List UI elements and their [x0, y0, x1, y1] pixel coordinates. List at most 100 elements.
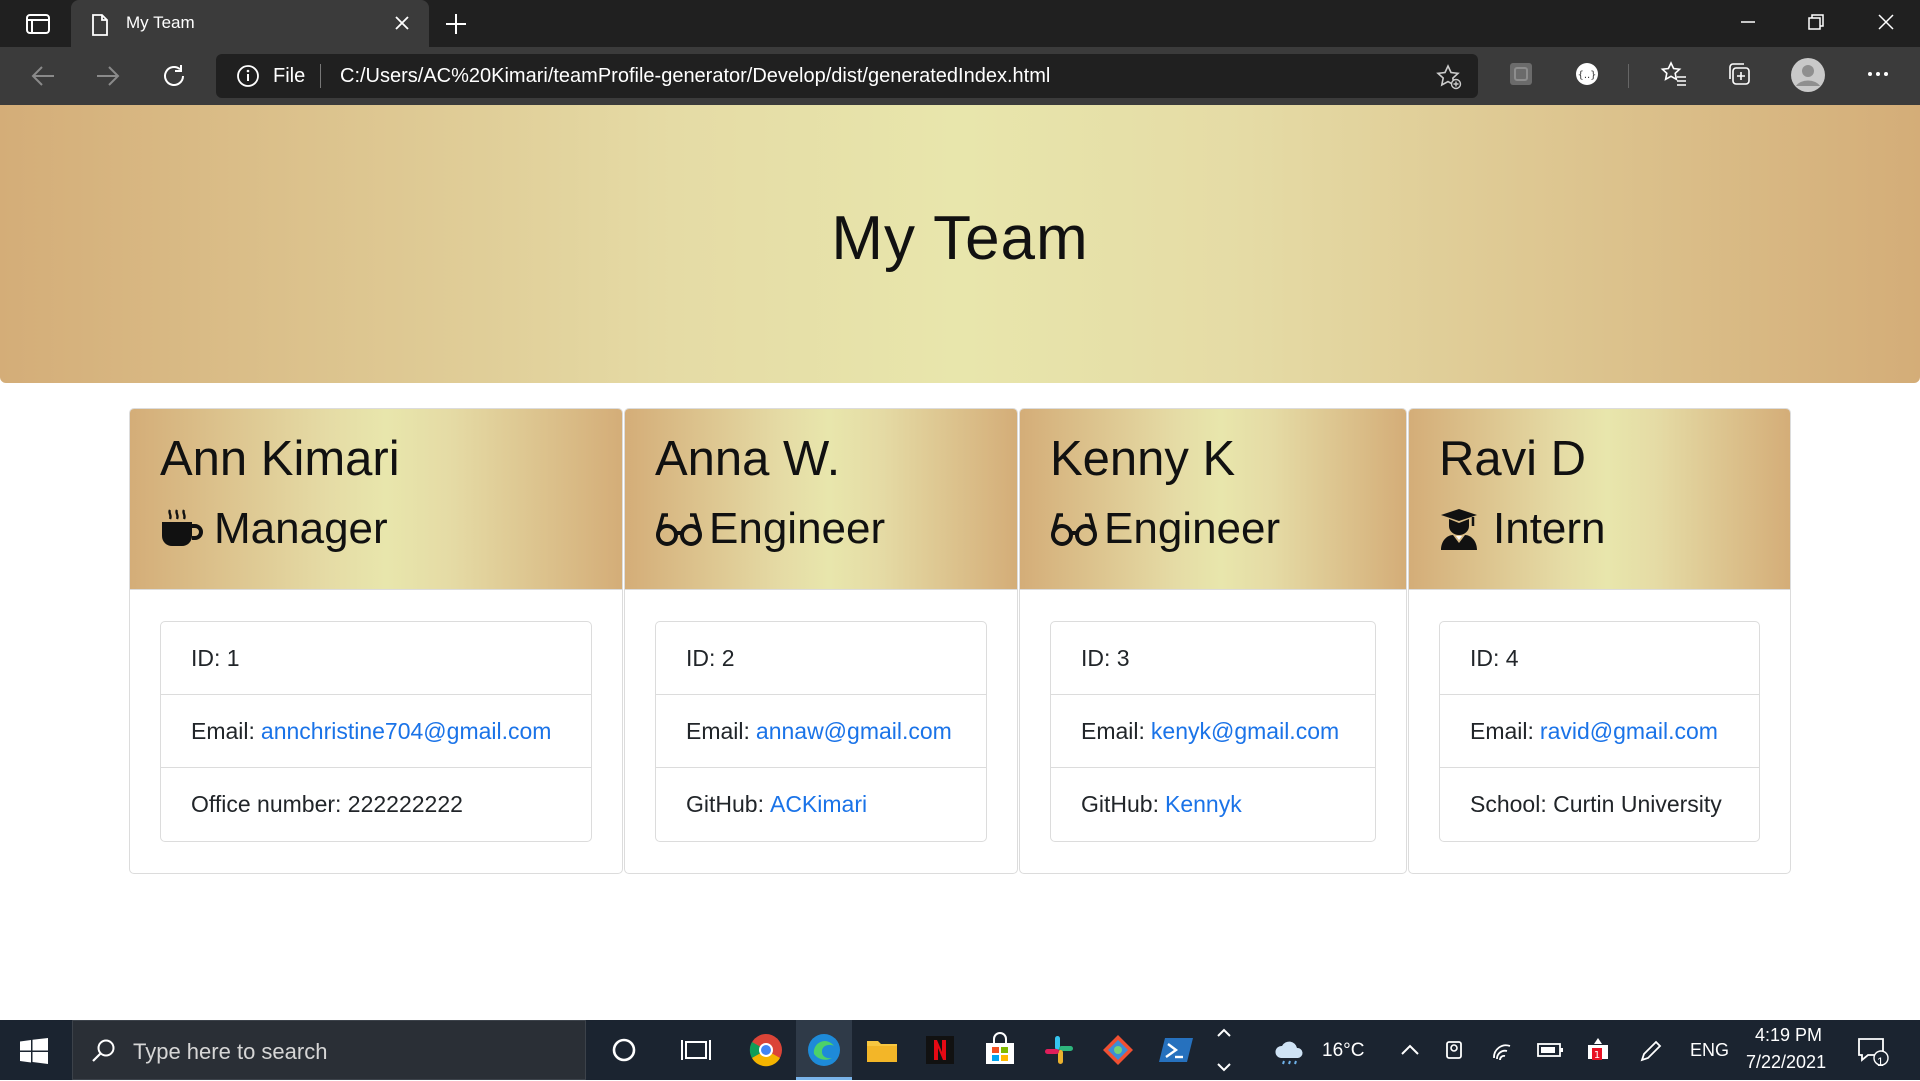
- meet-now-icon[interactable]: [1436, 1032, 1472, 1068]
- language-indicator[interactable]: ENG: [1690, 1040, 1729, 1061]
- toolbar-separator: [1628, 64, 1629, 88]
- office-number-text: Office number: 222222222: [191, 791, 463, 817]
- git-tool-icon[interactable]: [1100, 1032, 1136, 1068]
- employee-role: Intern: [1439, 504, 1606, 554]
- search-placeholder: Type here to search: [133, 1039, 328, 1064]
- slack-icon[interactable]: [1041, 1032, 1077, 1068]
- id-text: ID: 4: [1470, 644, 1519, 671]
- email-item: Email: annchristine704@gmail.com: [161, 695, 591, 768]
- close-tab-icon[interactable]: [391, 12, 413, 39]
- edge-icon[interactable]: [806, 1032, 842, 1068]
- url-text[interactable]: C:/Users/AC%20Kimari/teamProfile-generat…: [340, 65, 1050, 88]
- id-text: ID: 2: [686, 644, 735, 671]
- profile-avatar-icon[interactable]: [1790, 57, 1826, 98]
- employee-name: Ravi D: [1439, 432, 1587, 486]
- address-bar[interactable]: File C:/Users/AC%20Kimari/teamProfile-ge…: [216, 54, 1478, 98]
- weather-cloud-icon[interactable]: [1272, 1032, 1308, 1068]
- id-text: ID: 3: [1081, 644, 1130, 671]
- role-label: Engineer: [1104, 504, 1281, 553]
- email-link[interactable]: annchristine704@gmail.com: [261, 718, 552, 745]
- restore-icon[interactable]: [1804, 10, 1828, 39]
- add-favorite-icon[interactable]: [1436, 64, 1462, 95]
- wifi-icon[interactable]: [1486, 1032, 1522, 1068]
- clock-time[interactable]: 4:19 PM: [1755, 1025, 1822, 1046]
- taskbar-search-box[interactable]: Type here to search: [72, 1020, 586, 1080]
- temperature-text: 16°C: [1322, 1040, 1365, 1061]
- details-list: ID: 1 Email: annchristine704@gmail.com Of…: [160, 621, 592, 842]
- more-options-icon[interactable]: [1864, 60, 1892, 93]
- github-item: GitHub: Kennyk: [1051, 768, 1375, 841]
- github-item: GitHub: ACKimari: [656, 768, 986, 841]
- email-link[interactable]: ravid@gmail.com: [1540, 718, 1718, 745]
- tab-actions-icon[interactable]: [16, 10, 54, 38]
- details-list: ID: 4 Email: ravid@gmail.com School: Curt…: [1439, 621, 1760, 842]
- netflix-icon[interactable]: [922, 1032, 958, 1068]
- glasses-icon: [655, 507, 703, 551]
- card-header: Ravi D Intern: [1409, 409, 1790, 590]
- employee-name: Ann Kimari: [160, 432, 400, 486]
- powershell-icon[interactable]: [1159, 1032, 1195, 1068]
- microsoft-store-icon[interactable]: [982, 1032, 1018, 1068]
- taskbar: Type here to search 16°C 1 ENG 4:19 PM 7…: [0, 1020, 1920, 1080]
- action-center-icon[interactable]: [1854, 1032, 1890, 1068]
- show-hidden-icons-icon[interactable]: [1392, 1032, 1428, 1068]
- page-viewport: My Team Ann Kimari Manager ID: 1 Email: a…: [0, 105, 1920, 1020]
- pen-icon[interactable]: [1632, 1032, 1668, 1068]
- document-icon: [89, 13, 111, 42]
- app-notification-icon[interactable]: 1: [1580, 1032, 1616, 1068]
- windows-start-icon[interactable]: [20, 1038, 48, 1069]
- office-number-item: Office number: 222222222: [161, 768, 591, 841]
- id-text: ID: 1: [191, 644, 240, 671]
- chrome-icon[interactable]: [748, 1032, 784, 1068]
- minimize-icon[interactable]: [1736, 10, 1760, 39]
- role-label: Engineer: [709, 504, 886, 553]
- email-item: Email: kenyk@gmail.com: [1051, 695, 1375, 768]
- browser-toolbar: File C:/Users/AC%20Kimari/teamProfile-ge…: [0, 47, 1920, 105]
- github-label: GitHub:: [1081, 791, 1159, 817]
- tab-title: My Team: [126, 13, 195, 32]
- email-link[interactable]: kenyk@gmail.com: [1151, 718, 1339, 745]
- email-link[interactable]: annaw@gmail.com: [756, 718, 952, 745]
- role-label: Manager: [214, 504, 388, 553]
- file-explorer-icon[interactable]: [864, 1032, 900, 1068]
- card-header: Ann Kimari Manager: [130, 409, 622, 590]
- battery-icon[interactable]: [1532, 1032, 1568, 1068]
- clock-date[interactable]: 7/22/2021: [1746, 1052, 1826, 1073]
- graduate-icon: [1439, 507, 1487, 551]
- cortana-icon[interactable]: [606, 1032, 642, 1068]
- refresh-icon[interactable]: [160, 62, 188, 95]
- employee-name: Kenny K: [1050, 432, 1236, 486]
- github-link[interactable]: ACKimari: [770, 791, 867, 818]
- address-separator: [320, 64, 321, 88]
- email-label: Email:: [1081, 717, 1145, 744]
- details-list: ID: 2 Email: annaw@gmail.com GitHub: ACKim…: [655, 621, 987, 842]
- card-header: Kenny K Engineer: [1020, 409, 1406, 590]
- extension-icon[interactable]: [1507, 60, 1535, 93]
- employee-name: Anna W.: [655, 432, 841, 486]
- email-item: Email: ravid@gmail.com: [1440, 695, 1759, 768]
- extension-icon-2[interactable]: {..}: [1573, 60, 1601, 93]
- svg-text:{..}: {..}: [1577, 70, 1596, 81]
- info-icon[interactable]: [236, 64, 260, 93]
- mug-icon: [160, 507, 208, 551]
- id-item: ID: 4: [1440, 622, 1759, 695]
- favorites-icon[interactable]: [1660, 60, 1688, 93]
- new-tab-icon[interactable]: [444, 12, 468, 41]
- collections-icon[interactable]: [1725, 60, 1753, 93]
- browser-tab[interactable]: My Team: [71, 0, 429, 47]
- address-protocol-label: File: [273, 65, 306, 87]
- employee-card: Ravi D Intern ID: 4 Email: ravid@gmail.co…: [1408, 408, 1791, 874]
- employee-role: Engineer: [1050, 504, 1280, 554]
- back-icon[interactable]: [28, 62, 58, 95]
- taskbar-scroll-icon[interactable]: [1214, 1024, 1234, 1072]
- details-list: ID: 3 Email: kenyk@gmail.com GitHub: Kenny…: [1050, 621, 1376, 842]
- employee-card: Ann Kimari Manager ID: 1 Email: annchrist…: [129, 408, 623, 874]
- task-view-icon[interactable]: [678, 1032, 714, 1068]
- email-label: Email:: [191, 717, 255, 744]
- forward-icon[interactable]: [93, 62, 123, 95]
- github-link[interactable]: Kennyk: [1165, 791, 1242, 818]
- close-window-icon[interactable]: [1874, 10, 1898, 39]
- employee-card: Anna W. Engineer ID: 2 Email: annaw@gmail…: [624, 408, 1018, 874]
- employee-role: Engineer: [655, 504, 885, 554]
- card-header: Anna W. Engineer: [625, 409, 1017, 590]
